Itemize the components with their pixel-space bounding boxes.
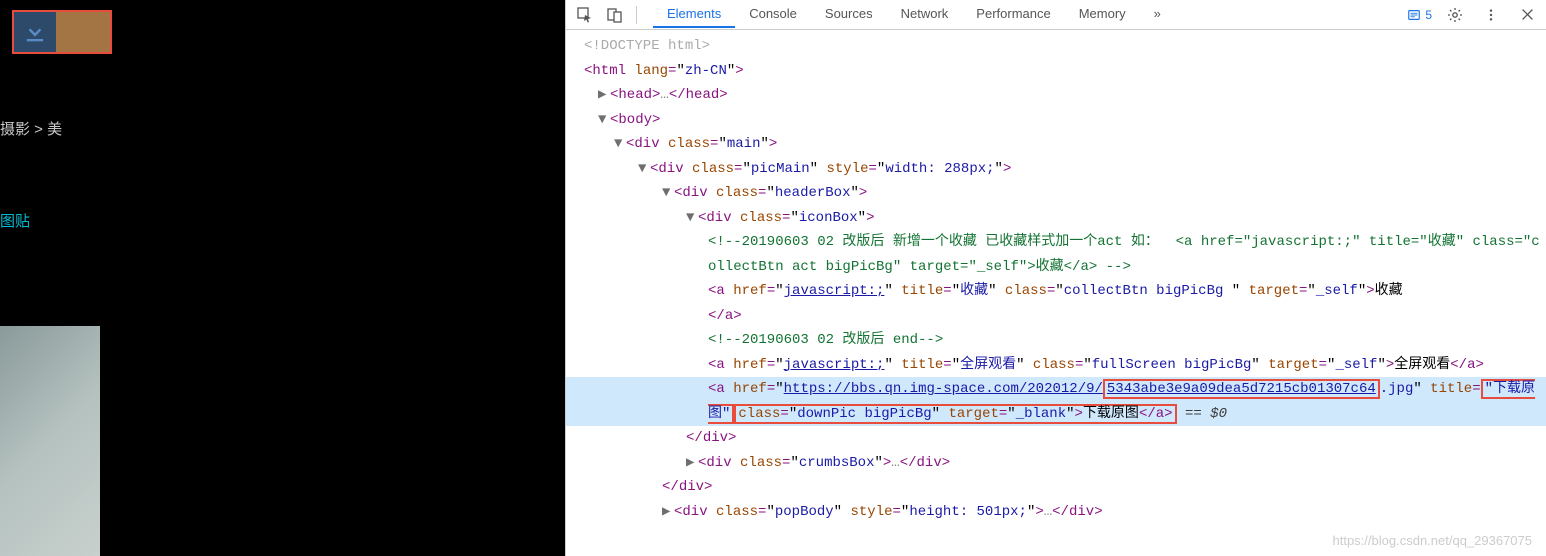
breadcrumb: 摄影 > 美 bbox=[0, 118, 62, 139]
download-icon-button[interactable] bbox=[14, 12, 56, 52]
tab-network[interactable]: Network bbox=[887, 1, 963, 28]
head-node[interactable]: ▶<head>…</head> bbox=[566, 83, 1546, 108]
div-close-headerbox[interactable]: </div> bbox=[566, 475, 1546, 500]
tab-more[interactable]: » bbox=[1140, 1, 1175, 28]
div-popbody-node[interactable]: ▶<div class="popBody" style="height: 501… bbox=[566, 500, 1546, 525]
devtools-tabs: Elements Console Sources Network Perform… bbox=[653, 1, 1175, 28]
doctype-node[interactable]: <!DOCTYPE html> bbox=[566, 34, 1546, 59]
inspect-icon[interactable] bbox=[572, 2, 598, 28]
device-toggle-icon[interactable] bbox=[602, 2, 628, 28]
close-icon[interactable] bbox=[1514, 2, 1540, 28]
watermark: https://blog.csdn.net/qq_29367075 bbox=[1333, 533, 1533, 548]
comment-node-2[interactable]: <!--20190603 02 改版后 end--> bbox=[566, 328, 1546, 353]
adjacent-button[interactable] bbox=[56, 12, 110, 52]
html-node[interactable]: <html lang="zh-CN"> bbox=[566, 59, 1546, 84]
div-iconbox-node[interactable]: ▼<div class="iconBox"> bbox=[566, 206, 1546, 231]
photo-thumbnail bbox=[0, 326, 100, 556]
download-icon bbox=[21, 18, 49, 46]
a-collect-node[interactable]: <a href="javascript:;" title="收藏" class=… bbox=[566, 279, 1546, 328]
gear-icon[interactable] bbox=[1442, 2, 1468, 28]
div-close-iconbox[interactable]: </div> bbox=[566, 426, 1546, 451]
page-link[interactable]: 图贴 bbox=[0, 210, 30, 231]
elements-dom-tree[interactable]: <!DOCTYPE html> <html lang="zh-CN"> ▶<he… bbox=[566, 30, 1546, 556]
div-picmain-node[interactable]: ▼<div class="picMain" style="width: 288p… bbox=[566, 157, 1546, 182]
page-content-panel: 摄影 > 美 图贴 bbox=[0, 0, 565, 556]
div-headerbox-node[interactable]: ▼<div class="headerBox"> bbox=[566, 181, 1546, 206]
issues-count: 5 bbox=[1425, 8, 1432, 22]
divider bbox=[636, 6, 637, 24]
tab-elements[interactable]: Elements bbox=[653, 1, 735, 28]
comment-node-1[interactable]: <!--20190603 02 改版后 新增一个收藏 已收藏样式加一个act 如… bbox=[566, 230, 1546, 279]
kebab-menu-icon[interactable] bbox=[1478, 2, 1504, 28]
tab-sources[interactable]: Sources bbox=[811, 1, 887, 28]
a-download-node-selected[interactable]: <a href="https://bbs.qn.img-space.com/20… bbox=[566, 377, 1546, 426]
devtools-toolbar: Elements Console Sources Network Perform… bbox=[566, 0, 1546, 30]
div-main-node[interactable]: ▼<div class="main"> bbox=[566, 132, 1546, 157]
tab-memory[interactable]: Memory bbox=[1065, 1, 1140, 28]
issues-icon bbox=[1407, 8, 1421, 22]
a-fullscreen-node[interactable]: <a href="javascript:;" title="全屏观看" clas… bbox=[566, 353, 1546, 378]
devtools-panel: Elements Console Sources Network Perform… bbox=[565, 0, 1546, 556]
issues-badge[interactable]: 5 bbox=[1407, 8, 1432, 22]
tab-console[interactable]: Console bbox=[735, 1, 811, 28]
body-node[interactable]: ▼<body> bbox=[566, 108, 1546, 133]
highlighted-download-button-area bbox=[12, 10, 112, 54]
tab-performance[interactable]: Performance bbox=[962, 1, 1064, 28]
div-crumbsbox-node[interactable]: ▶<div class="crumbsBox">…</div> bbox=[566, 451, 1546, 476]
